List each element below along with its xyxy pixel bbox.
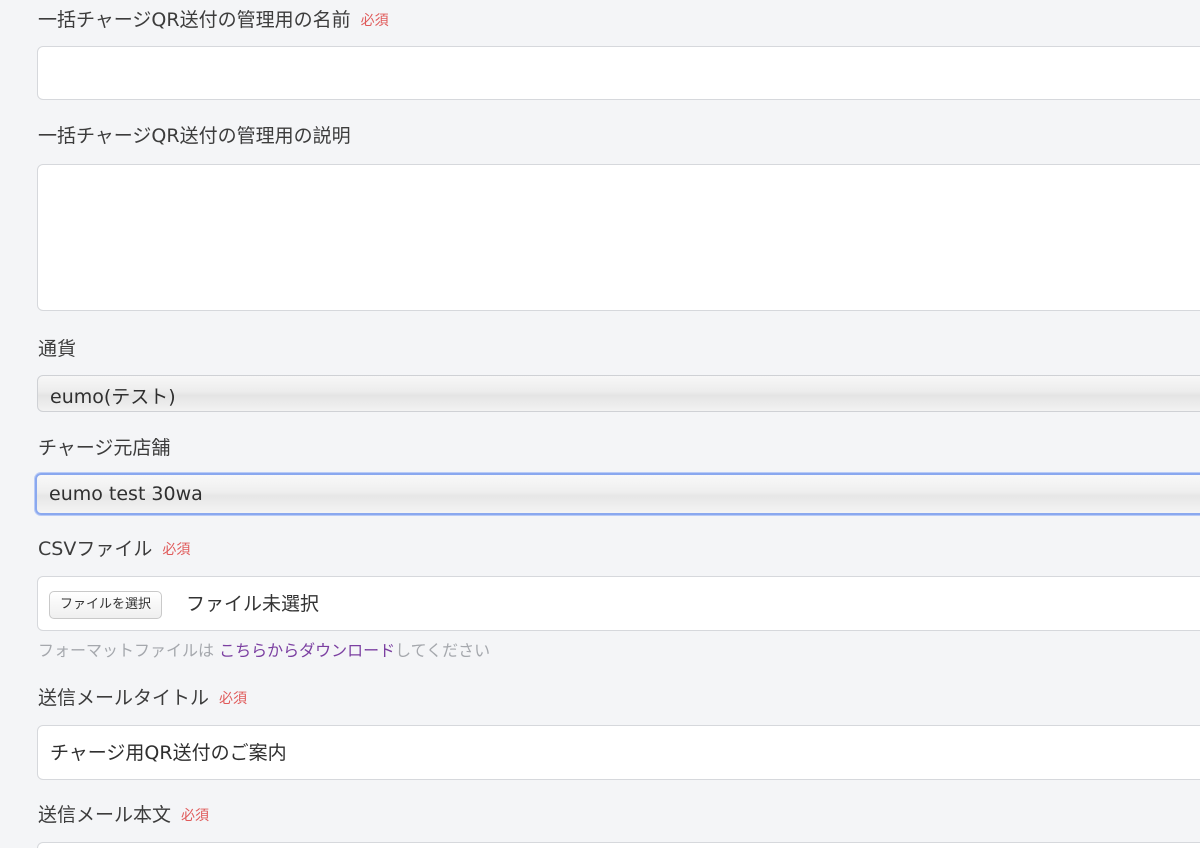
mail-body-textarea[interactable] <box>37 842 1200 848</box>
currency-value: eumo(テスト) <box>50 386 176 408</box>
source-store-label: チャージ元店舗 <box>38 436 170 460</box>
csv-file-label-text: CSVファイル <box>38 538 153 560</box>
choose-file-button[interactable]: ファイルを選択 <box>49 591 163 619</box>
description-textarea[interactable] <box>37 164 1200 311</box>
currency-label-text: 通貨 <box>38 338 77 360</box>
name-label: 一括チャージQR送付の管理用の名前 必須 <box>38 8 389 33</box>
currency-field: eumo(テスト) <box>37 375 1200 412</box>
help-prefix: フォーマットファイルは <box>38 641 220 660</box>
mail-body-label-text: 送信メール本文 <box>38 804 172 826</box>
mail-title-input[interactable]: チャージ用QR送付のご案内 <box>37 725 1200 780</box>
mail-title-label-text: 送信メールタイトル <box>38 687 210 709</box>
mail-title-value: チャージ用QR送付のご案内 <box>50 742 287 764</box>
csv-file-label: CSVファイル 必須 <box>38 537 190 562</box>
required-badge: 必須 <box>181 808 210 824</box>
file-status-text: ファイル未選択 <box>186 593 320 615</box>
charge-qr-form: 一括チャージQR送付の管理用の名前 必須 一括チャージQR送付の管理用の説明 通貨… <box>0 0 1200 848</box>
required-badge: 必須 <box>162 542 191 558</box>
currency-label: 通貨 <box>38 337 76 361</box>
name-label-text: 一括チャージQR送付の管理用の名前 <box>38 9 351 31</box>
required-badge: 必須 <box>219 691 248 707</box>
name-input[interactable] <box>37 46 1200 100</box>
description-label: 一括チャージQR送付の管理用の説明 <box>38 124 351 148</box>
help-suffix: してください <box>395 641 491 660</box>
format-download-link[interactable]: こちらからダウンロード <box>219 641 395 660</box>
csv-format-help: フォーマットファイルは こちらからダウンロードしてください <box>38 637 490 661</box>
source-store-select[interactable]: eumo test 30wa <box>35 473 1200 515</box>
csv-file-input: ファイルを選択 ファイル未選択 <box>37 576 1200 631</box>
mail-body-label: 送信メール本文 必須 <box>38 803 209 828</box>
source-store-label-text: チャージ元店舗 <box>38 437 171 459</box>
description-label-text: 一括チャージQR送付の管理用の説明 <box>38 125 351 147</box>
source-store-value: eumo test 30wa <box>49 483 203 505</box>
required-badge: 必須 <box>360 13 389 29</box>
mail-title-label: 送信メールタイトル 必須 <box>38 686 247 711</box>
